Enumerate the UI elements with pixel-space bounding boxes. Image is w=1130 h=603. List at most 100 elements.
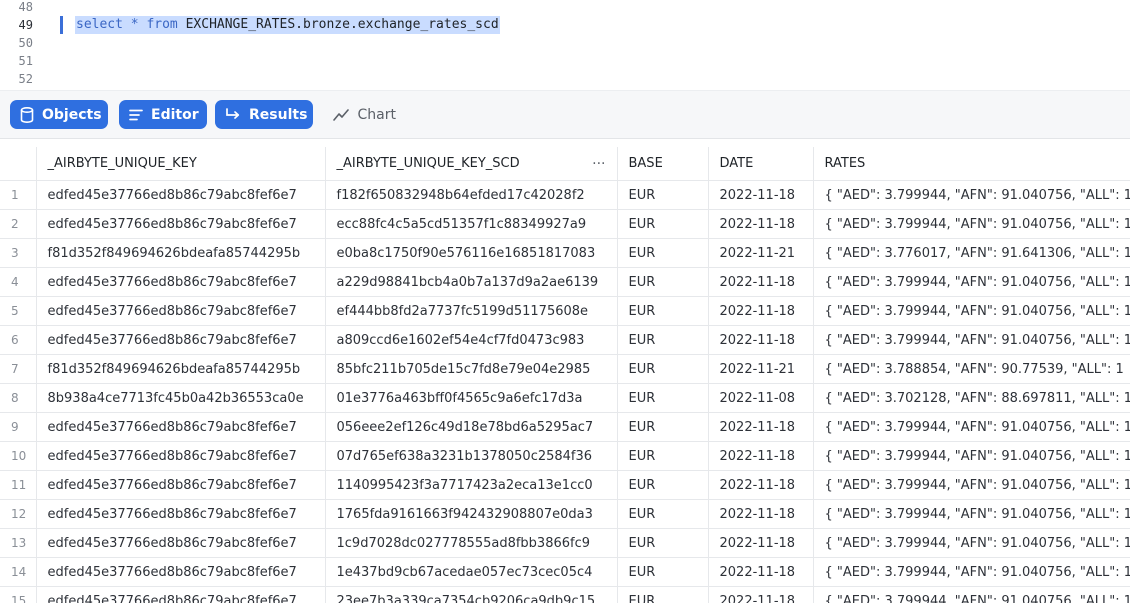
sql-editor[interactable]: 48 49 select * from EXCHANGE_RATES.bronz… [0, 0, 1130, 90]
cell-date[interactable]: 2022-11-08 [708, 383, 814, 413]
table-row[interactable]: 5 edfed45e37766ed8b86c79abc8fef6e7 ef444bb… [0, 296, 1130, 326]
cell-airbyte-unique-key[interactable]: edfed45e37766ed8b86c79abc8fef6e7 [36, 441, 326, 471]
cell-date[interactable]: 2022-11-18 [708, 180, 814, 210]
cell-base[interactable]: EUR [617, 557, 709, 587]
cell-rates[interactable]: { "AED": 3.702128, "AFN": 88.697811, "AL… [813, 383, 1130, 413]
cell-airbyte-unique-key-scd[interactable]: e0ba8c1750f90e576116e16851817083 [325, 238, 618, 268]
table-row[interactable]: 14 edfed45e37766ed8b86c79abc8fef6e7 1e437b… [0, 557, 1130, 587]
table-row[interactable]: 12 edfed45e37766ed8b86c79abc8fef6e7 1765fd… [0, 499, 1130, 529]
cell-airbyte-unique-key[interactable]: edfed45e37766ed8b86c79abc8fef6e7 [36, 557, 326, 587]
table-row[interactable]: 8 8b938a4ce7713fc45b0a42b36553ca0e 01e3776… [0, 383, 1130, 413]
cell-airbyte-unique-key[interactable]: edfed45e37766ed8b86c79abc8fef6e7 [36, 209, 326, 239]
cell-airbyte-unique-key[interactable]: edfed45e37766ed8b86c79abc8fef6e7 [36, 499, 326, 529]
cell-base[interactable]: EUR [617, 412, 709, 442]
cell-base[interactable]: EUR [617, 267, 709, 297]
table-row[interactable]: 11 edfed45e37766ed8b86c79abc8fef6e7 114099… [0, 470, 1130, 500]
cell-rates[interactable]: { "AED": 3.799944, "AFN": 91.040756, "AL… [813, 441, 1130, 471]
sql-query-text[interactable]: select * from EXCHANGE_RATES.bronze.exch… [75, 16, 500, 34]
cell-airbyte-unique-key-scd[interactable]: ecc88fc4c5a5cd51357f1c88349927a9 [325, 209, 618, 239]
cell-airbyte-unique-key-scd[interactable]: 1c9d7028dc027778555ad8fbb3866fc9 [325, 528, 618, 558]
table-row[interactable]: 6 edfed45e37766ed8b86c79abc8fef6e7 a809ccd… [0, 325, 1130, 355]
table-row[interactable]: 10 edfed45e37766ed8b86c79abc8fef6e7 07d765… [0, 441, 1130, 471]
cell-rates[interactable]: { "AED": 3.799944, "AFN": 91.040756, "AL… [813, 267, 1130, 297]
cell-date[interactable]: 2022-11-18 [708, 586, 814, 603]
chart-button[interactable]: Chart [322, 100, 406, 129]
cell-rates[interactable]: { "AED": 3.799944, "AFN": 91.040756, "AL… [813, 296, 1130, 326]
cell-base[interactable]: EUR [617, 209, 709, 239]
table-row[interactable]: 3 f81d352f849694626bdeafa85744295b e0ba8c1… [0, 238, 1130, 268]
cell-airbyte-unique-key[interactable]: edfed45e37766ed8b86c79abc8fef6e7 [36, 528, 326, 558]
column-header-date[interactable]: DATE [708, 147, 814, 181]
cell-airbyte-unique-key-scd[interactable]: 85bfc211b705de15c7fd8e79e04e2985 [325, 354, 618, 384]
column-header-base[interactable]: BASE [617, 147, 709, 181]
cell-airbyte-unique-key[interactable]: edfed45e37766ed8b86c79abc8fef6e7 [36, 180, 326, 210]
cell-date[interactable]: 2022-11-18 [708, 557, 814, 587]
cell-airbyte-unique-key-scd[interactable]: a809ccd6e1602ef54e4cf7fd0473c983 [325, 325, 618, 355]
cell-date[interactable]: 2022-11-18 [708, 296, 814, 326]
cell-rates[interactable]: { "AED": 3.799944, "AFN": 91.040756, "AL… [813, 180, 1130, 210]
cell-base[interactable]: EUR [617, 441, 709, 471]
cell-rates[interactable]: { "AED": 3.799944, "AFN": 91.040756, "AL… [813, 470, 1130, 500]
cell-airbyte-unique-key[interactable]: edfed45e37766ed8b86c79abc8fef6e7 [36, 412, 326, 442]
cell-airbyte-unique-key-scd[interactable]: 1e437bd9cb67acedae057ec73cec05c4 [325, 557, 618, 587]
table-row[interactable]: 15 edfed45e37766ed8b86c79abc8fef6e7 23ee7b… [0, 586, 1130, 603]
cell-date[interactable]: 2022-11-21 [708, 238, 814, 268]
cell-rates[interactable]: { "AED": 3.799944, "AFN": 91.040756, "AL… [813, 412, 1130, 442]
cell-airbyte-unique-key[interactable]: 8b938a4ce7713fc45b0a42b36553ca0e [36, 383, 326, 413]
table-row[interactable]: 2 edfed45e37766ed8b86c79abc8fef6e7 ecc88fc… [0, 209, 1130, 239]
cell-rates[interactable]: { "AED": 3.799944, "AFN": 91.040756, "AL… [813, 557, 1130, 587]
cell-rates[interactable]: { "AED": 3.788854, "AFN": 90.77539, "ALL… [813, 354, 1130, 384]
cell-airbyte-unique-key[interactable]: edfed45e37766ed8b86c79abc8fef6e7 [36, 470, 326, 500]
cell-date[interactable]: 2022-11-18 [708, 528, 814, 558]
table-row[interactable]: 7 f81d352f849694626bdeafa85744295b 85bfc21… [0, 354, 1130, 384]
table-row[interactable]: 4 edfed45e37766ed8b86c79abc8fef6e7 a229d98… [0, 267, 1130, 297]
cell-airbyte-unique-key-scd[interactable]: f182f650832948b64efded17c42028f2 [325, 180, 618, 210]
cell-base[interactable]: EUR [617, 383, 709, 413]
column-header-airbyte-unique-key-scd[interactable]: _AIRBYTE_UNIQUE_KEY_SCD ··· [325, 147, 618, 181]
cell-airbyte-unique-key-scd[interactable]: 1140995423f3a7717423a2eca13e1cc0 [325, 470, 618, 500]
cell-base[interactable]: EUR [617, 238, 709, 268]
cell-airbyte-unique-key[interactable]: edfed45e37766ed8b86c79abc8fef6e7 [36, 586, 326, 603]
column-header-rates[interactable]: RATES [813, 147, 1130, 181]
cell-date[interactable]: 2022-11-18 [708, 209, 814, 239]
cell-base[interactable]: EUR [617, 586, 709, 603]
cell-rates[interactable]: { "AED": 3.799944, "AFN": 91.040756, "AL… [813, 209, 1130, 239]
results-button[interactable]: Results [215, 100, 313, 129]
cell-date[interactable]: 2022-11-21 [708, 354, 814, 384]
cell-rates[interactable]: { "AED": 3.799944, "AFN": 91.040756, "AL… [813, 499, 1130, 529]
cell-airbyte-unique-key[interactable]: f81d352f849694626bdeafa85744295b [36, 354, 326, 384]
cell-airbyte-unique-key-scd[interactable]: 1765fda9161663f942432908807e0da3 [325, 499, 618, 529]
objects-button[interactable]: Objects [10, 100, 108, 129]
cell-date[interactable]: 2022-11-18 [708, 470, 814, 500]
cell-date[interactable]: 2022-11-18 [708, 412, 814, 442]
cell-base[interactable]: EUR [617, 325, 709, 355]
cell-rates[interactable]: { "AED": 3.776017, "AFN": 91.641306, "AL… [813, 238, 1130, 268]
cell-base[interactable]: EUR [617, 296, 709, 326]
cell-airbyte-unique-key-scd[interactable]: 23ee7b3a339ca7354cb9206ca9db9c15 [325, 586, 618, 603]
table-row[interactable]: 9 edfed45e37766ed8b86c79abc8fef6e7 056eee2… [0, 412, 1130, 442]
cell-date[interactable]: 2022-11-18 [708, 267, 814, 297]
cell-airbyte-unique-key-scd[interactable]: 01e3776a463bff0f4565c9a6efc17d3a [325, 383, 618, 413]
cell-base[interactable]: EUR [617, 499, 709, 529]
cell-airbyte-unique-key-scd[interactable]: ef444bb8fd2a7737fc5199d51175608e [325, 296, 618, 326]
column-header-airbyte-unique-key[interactable]: _AIRBYTE_UNIQUE_KEY [36, 147, 326, 181]
cell-base[interactable]: EUR [617, 470, 709, 500]
cell-date[interactable]: 2022-11-18 [708, 441, 814, 471]
table-row[interactable]: 13 edfed45e37766ed8b86c79abc8fef6e7 1c9d70… [0, 528, 1130, 558]
table-row[interactable]: 1 edfed45e37766ed8b86c79abc8fef6e7 f182f65… [0, 180, 1130, 210]
cell-date[interactable]: 2022-11-18 [708, 499, 814, 529]
cell-rates[interactable]: { "AED": 3.799944, "AFN": 91.040756, "AL… [813, 325, 1130, 355]
cell-date[interactable]: 2022-11-18 [708, 325, 814, 355]
cell-airbyte-unique-key-scd[interactable]: 056eee2ef126c49d18e78bd6a5295ac7 [325, 412, 618, 442]
cell-airbyte-unique-key-scd[interactable]: 07d765ef638a3231b1378050c2584f36 [325, 441, 618, 471]
cell-rates[interactable]: { "AED": 3.799944, "AFN": 91.040756, "AL… [813, 586, 1130, 603]
cell-base[interactable]: EUR [617, 180, 709, 210]
cell-airbyte-unique-key-scd[interactable]: a229d98841bcb4a0b7a137d9a2ae6139 [325, 267, 618, 297]
cell-rates[interactable]: { "AED": 3.799944, "AFN": 91.040756, "AL… [813, 528, 1130, 558]
cell-airbyte-unique-key[interactable]: edfed45e37766ed8b86c79abc8fef6e7 [36, 325, 326, 355]
editor-button[interactable]: Editor [119, 100, 207, 129]
cell-base[interactable]: EUR [617, 528, 709, 558]
cell-airbyte-unique-key[interactable]: edfed45e37766ed8b86c79abc8fef6e7 [36, 296, 326, 326]
cell-base[interactable]: EUR [617, 354, 709, 384]
cell-airbyte-unique-key[interactable]: f81d352f849694626bdeafa85744295b [36, 238, 326, 268]
